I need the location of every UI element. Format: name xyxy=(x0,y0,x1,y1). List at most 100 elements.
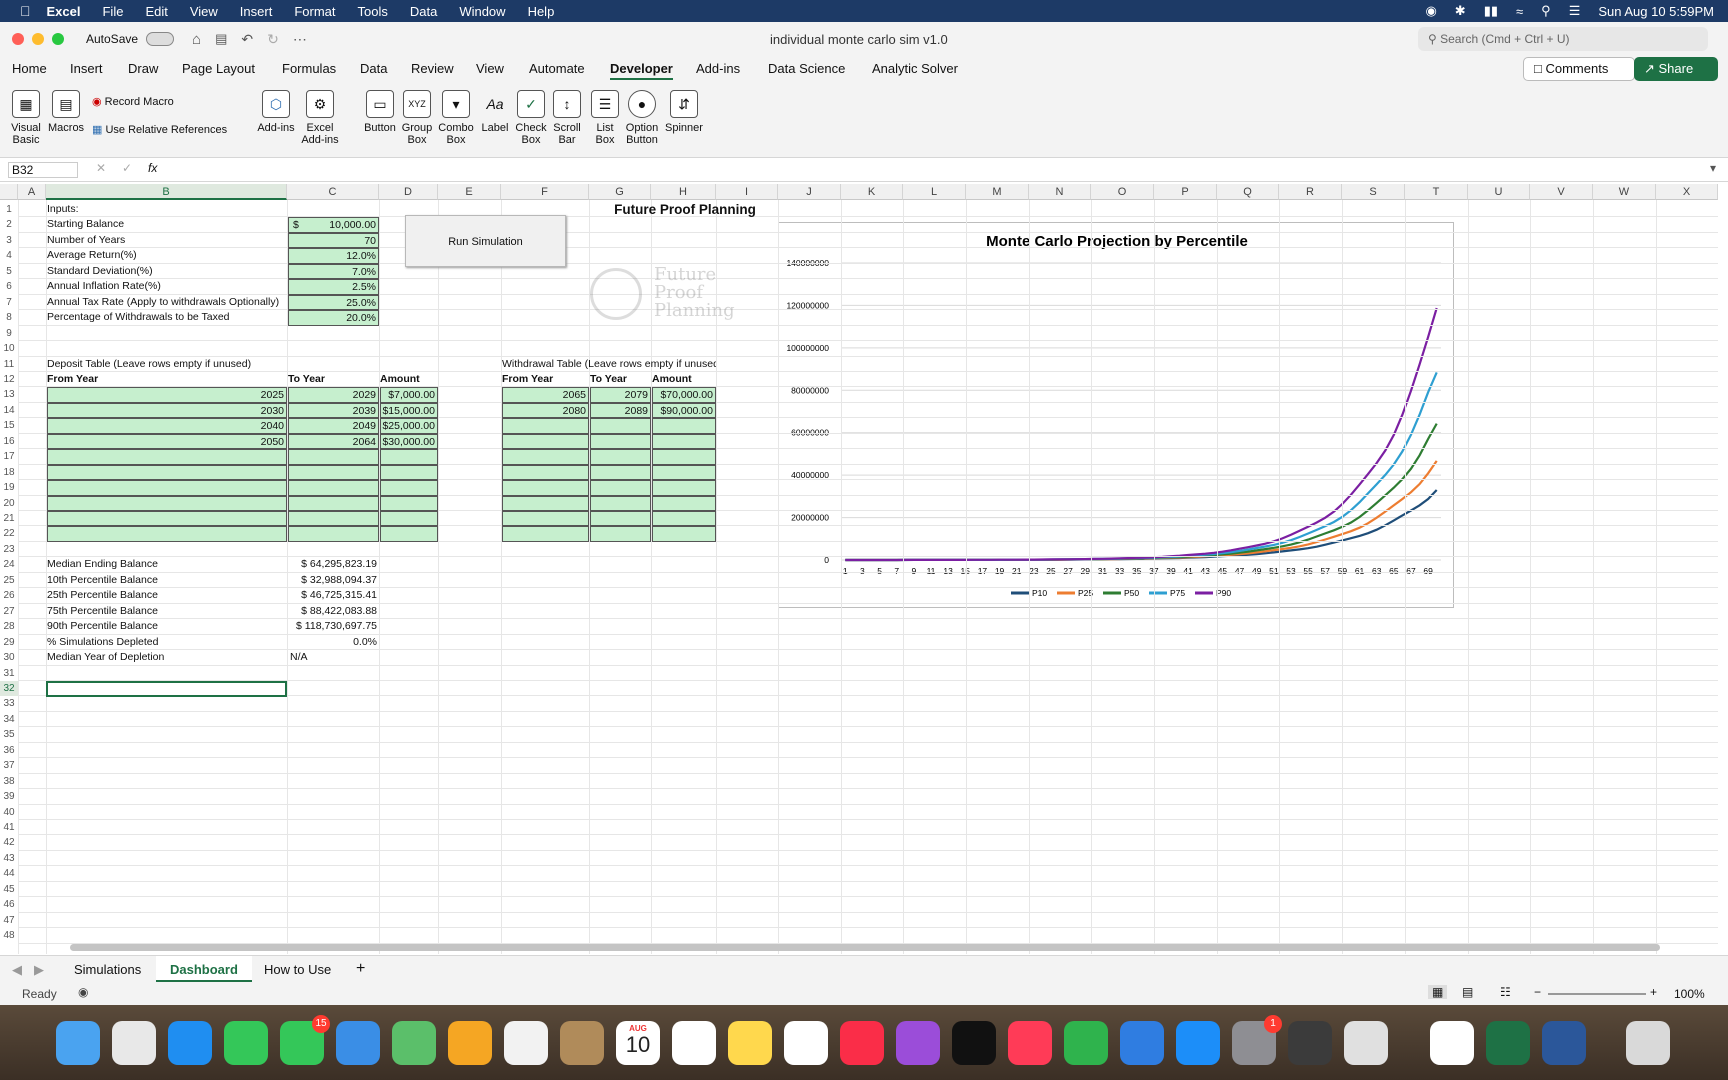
row-header[interactable]: 27 xyxy=(0,603,18,620)
spinner-control[interactable]: ⇵ Spinner xyxy=(664,90,704,134)
podcasts-icon[interactable] xyxy=(896,1021,940,1065)
numbers-icon[interactable] xyxy=(1064,1021,1108,1065)
withdrawal-cell[interactable] xyxy=(502,433,589,450)
deposit-cell[interactable]: 2025 xyxy=(47,387,287,403)
deposit-cell[interactable] xyxy=(47,526,287,542)
row-header[interactable]: 7 xyxy=(0,294,18,311)
row-header[interactable]: 9 xyxy=(0,325,18,341)
input-value-cell[interactable]: 25.0% xyxy=(288,294,379,311)
withdrawal-cell[interactable] xyxy=(502,511,589,527)
monte-carlo-chart[interactable]: Monte Carlo Projection by Percentile0200… xyxy=(779,223,1455,609)
column-header[interactable]: S xyxy=(1342,184,1405,200)
tab-add-ins[interactable]: Add-ins xyxy=(696,61,740,76)
pages-icon[interactable] xyxy=(448,1021,492,1065)
withdrawal-cell[interactable] xyxy=(590,449,651,465)
column-header[interactable]: B xyxy=(46,184,287,200)
row-header[interactable]: 30 xyxy=(0,650,18,666)
zoom-in-icon[interactable]: + xyxy=(1650,985,1657,999)
zoom-window-button[interactable] xyxy=(52,33,64,45)
tab-developer[interactable]: Developer xyxy=(610,61,673,80)
row-header[interactable]: 38 xyxy=(0,773,18,790)
battery-icon[interactable]: ▮▮ xyxy=(1484,3,1498,19)
withdrawal-cell[interactable] xyxy=(502,526,589,542)
deposit-cell[interactable] xyxy=(288,449,379,465)
column-header[interactable]: M xyxy=(966,184,1029,200)
row-header[interactable]: 6 xyxy=(0,279,18,295)
withdrawal-cell[interactable]: 2089 xyxy=(590,402,651,419)
menu-file[interactable]: File xyxy=(102,4,123,19)
menu-tools[interactable]: Tools xyxy=(357,4,387,19)
input-value-cell[interactable]: 20.0% xyxy=(288,310,379,326)
normal-view-icon[interactable]: ▦ xyxy=(1428,985,1448,999)
column-header[interactable]: I xyxy=(716,184,778,200)
keynote-icon[interactable] xyxy=(1120,1021,1164,1065)
deposit-cell[interactable] xyxy=(47,511,287,527)
row-header[interactable]: 2 xyxy=(0,217,18,233)
freeform-icon[interactable] xyxy=(784,1021,828,1065)
formula-input[interactable] xyxy=(180,161,1680,177)
menu-edit[interactable]: Edit xyxy=(145,4,167,19)
horizontal-scrollbar[interactable] xyxy=(70,944,1660,951)
cancel-icon[interactable]: ✕ xyxy=(96,161,106,175)
column-header[interactable]: H xyxy=(651,184,716,200)
deposit-cell[interactable]: $15,000.00 xyxy=(380,402,438,419)
tab-analytic-solver[interactable]: Analytic Solver xyxy=(872,61,958,76)
withdrawal-cell[interactable] xyxy=(590,526,651,542)
column-header[interactable]: E xyxy=(438,184,501,200)
row-header[interactable]: 33 xyxy=(0,696,18,712)
withdrawal-cell[interactable] xyxy=(590,511,651,527)
column-header[interactable]: A xyxy=(18,184,46,200)
row-header[interactable]: 14 xyxy=(0,402,18,419)
deposit-cell[interactable] xyxy=(288,495,379,511)
record-macro-button[interactable]: ◉ Record Macro xyxy=(92,96,174,108)
withdrawal-cell[interactable] xyxy=(590,418,651,434)
spreadsheet-grid[interactable]: Monte Carlo Projection by Percentile 0 200… xyxy=(0,184,1728,954)
trash-icon[interactable] xyxy=(1626,1021,1670,1065)
row-header[interactable]: 36 xyxy=(0,742,18,759)
row-header[interactable]: 32 xyxy=(0,680,18,697)
close-window-button[interactable] xyxy=(12,33,24,45)
deposit-cell[interactable] xyxy=(288,526,379,542)
deposit-cell[interactable] xyxy=(47,480,287,496)
facetime-icon[interactable] xyxy=(224,1021,268,1065)
combo-box-control[interactable]: ▾ Combo Box xyxy=(436,90,476,146)
row-header[interactable]: 16 xyxy=(0,433,18,450)
withdrawal-cell[interactable] xyxy=(590,464,651,481)
record-icon[interactable]: ◉ xyxy=(1425,3,1436,19)
row-header[interactable]: 28 xyxy=(0,619,18,635)
row-header[interactable]: 34 xyxy=(0,711,18,728)
deposit-cell[interactable] xyxy=(47,464,287,481)
tab-insert[interactable]: Insert xyxy=(70,61,103,76)
row-header[interactable]: 1 xyxy=(0,202,18,218)
apple-tv-icon[interactable] xyxy=(952,1021,996,1065)
withdrawal-cell[interactable] xyxy=(590,433,651,450)
function-icon[interactable]: fx xyxy=(148,161,157,175)
mail-icon[interactable] xyxy=(336,1021,380,1065)
column-header[interactable]: P xyxy=(1154,184,1217,200)
finder-icon[interactable] xyxy=(56,1021,100,1065)
row-header[interactable]: 18 xyxy=(0,464,18,481)
withdrawal-cell[interactable] xyxy=(590,480,651,496)
deposit-cell[interactable] xyxy=(47,449,287,465)
row-header[interactable]: 29 xyxy=(0,634,18,650)
accessibility-icon[interactable]: ◉ xyxy=(78,985,88,999)
column-header[interactable]: C xyxy=(287,184,379,200)
next-sheet-icon[interactable]: ▶ xyxy=(34,962,44,978)
column-header[interactable]: V xyxy=(1530,184,1593,200)
column-header[interactable]: G xyxy=(589,184,651,200)
row-header[interactable]: 4 xyxy=(0,248,18,264)
option-button-control[interactable]: ● Option Button xyxy=(624,90,660,146)
macros-button[interactable]: ▤ Macros xyxy=(48,90,84,134)
relative-references-button[interactable]: ▦ Use Relative References xyxy=(92,124,227,136)
select-all-corner[interactable] xyxy=(0,184,18,200)
tab-home[interactable]: Home xyxy=(12,61,47,76)
row-header[interactable]: 21 xyxy=(0,511,18,527)
column-header[interactable]: X xyxy=(1656,184,1718,200)
withdrawal-cell[interactable] xyxy=(502,464,589,481)
row-header[interactable]: 3 xyxy=(0,232,18,249)
deposit-cell[interactable] xyxy=(288,511,379,527)
deposit-cell[interactable] xyxy=(288,464,379,481)
deposit-cell[interactable]: $7,000.00 xyxy=(380,387,438,403)
row-header[interactable]: 13 xyxy=(0,387,18,403)
column-header[interactable]: K xyxy=(841,184,903,200)
